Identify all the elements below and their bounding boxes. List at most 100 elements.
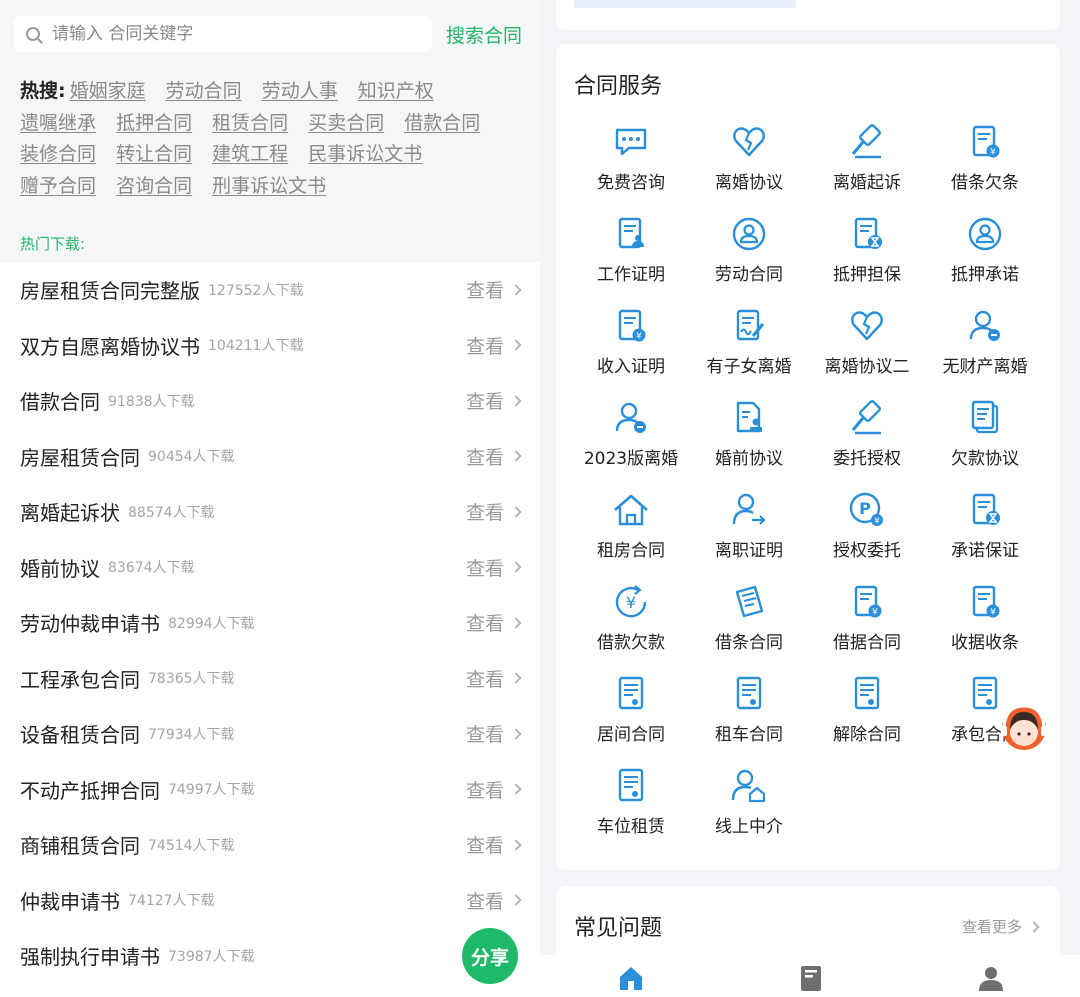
service-item[interactable]: 借条合同 — [690, 576, 808, 668]
customer-service-agent-icon[interactable] — [994, 696, 1054, 756]
person-circle-icon — [732, 217, 766, 251]
download-row[interactable]: 仲裁申请书 74127人下载 查看 — [0, 873, 540, 929]
chevron-right-icon — [510, 894, 522, 906]
service-label: 授权委托 — [833, 541, 901, 561]
download-count: 82994人下载 — [168, 615, 255, 632]
person-house-icon — [731, 769, 766, 803]
download-row[interactable]: 双方自愿离婚协议书 104211人下载 查看 — [0, 318, 540, 374]
hot-search-tag[interactable]: 转让合同 — [116, 143, 192, 165]
download-row[interactable]: 房屋租赁合同完整版 127552人下载 查看 — [0, 262, 540, 318]
hot-search-tag[interactable]: 借款合同 — [404, 112, 480, 134]
chevron-right-icon — [510, 561, 522, 573]
service-item[interactable]: 劳动合同 — [690, 208, 808, 300]
view-link[interactable]: 查看 — [466, 887, 522, 914]
download-row[interactable]: 劳动仲裁申请书 82994人下载 查看 — [0, 595, 540, 651]
certificate-icon — [736, 676, 762, 710]
view-link[interactable]: 查看 — [466, 554, 522, 581]
download-title: 婚前协议 — [20, 556, 100, 581]
share-button[interactable]: 分享 — [462, 928, 518, 984]
view-link[interactable]: 查看 — [466, 443, 522, 470]
service-item[interactable]: P ¥ 授权委托 — [808, 484, 926, 576]
hot-search-tag[interactable]: 婚姻家庭 — [70, 80, 146, 102]
service-item[interactable]: 免费咨询 — [572, 116, 690, 208]
service-item[interactable]: ¥ 借款欠款 — [572, 576, 690, 668]
service-item[interactable]: 欠款协议 — [926, 392, 1044, 484]
faq-more-link[interactable]: 查看更多 — [962, 916, 1040, 937]
view-link[interactable]: 查看 — [466, 665, 522, 692]
service-item[interactable]: ¥ 收据收条 — [926, 576, 1044, 668]
hot-search-tag[interactable]: 民事诉讼文书 — [308, 143, 422, 165]
service-item[interactable]: 离婚协议二 — [808, 300, 926, 392]
hot-search-tag[interactable]: 遗嘱继承 — [20, 112, 96, 134]
service-item[interactable]: 婚前协议 — [690, 392, 808, 484]
service-item[interactable]: ¥ 借据合同 — [808, 576, 926, 668]
view-link[interactable]: 查看 — [466, 831, 522, 858]
service-item[interactable]: 抵押承诺 — [926, 208, 1044, 300]
download-title: 设备租赁合同 — [20, 723, 140, 748]
download-row[interactable]: 借款合同 91838人下载 查看 — [0, 373, 540, 429]
download-row[interactable]: 商铺租赁合同 74514人下载 查看 — [0, 817, 540, 873]
hot-search-tag[interactable]: 抵押合同 — [116, 112, 192, 134]
view-link[interactable]: 查看 — [466, 387, 522, 414]
top-card — [556, 0, 1060, 30]
download-row[interactable]: 不动产抵押合同 74997人下载 查看 — [0, 762, 540, 818]
download-row[interactable]: 房屋租赁合同 90454人下载 查看 — [0, 429, 540, 485]
service-item[interactable]: 承诺保证 — [926, 484, 1044, 576]
service-item[interactable]: 离婚协议 — [690, 116, 808, 208]
view-link[interactable]: 查看 — [466, 498, 522, 525]
download-row[interactable]: 强制执行申请书 73987人下载 — [0, 928, 540, 984]
view-link[interactable]: 查看 — [466, 276, 522, 303]
view-link[interactable]: 查看 — [465, 332, 522, 359]
service-label: 租车合同 — [715, 725, 783, 745]
hot-search-tag[interactable]: 赠予合同 — [20, 175, 96, 197]
yen-document-icon: ¥ — [972, 125, 1000, 158]
service-item[interactable]: ¥ 借条欠条 — [926, 116, 1044, 208]
chevron-right-icon — [510, 395, 522, 407]
service-item[interactable]: ¥ 收入证明 — [572, 300, 690, 392]
service-item[interactable]: 抵押担保 — [808, 208, 926, 300]
download-row[interactable]: 设备租赁合同 77934人下载 查看 — [0, 706, 540, 762]
search-input[interactable] — [52, 24, 392, 44]
hot-search-tag[interactable]: 建筑工程 — [212, 143, 288, 165]
hot-search-tag[interactable]: 租赁合同 — [212, 112, 288, 134]
service-item[interactable]: 租房合同 — [572, 484, 690, 576]
view-link[interactable]: 查看 — [466, 776, 522, 803]
search-button[interactable]: 搜索合同 — [446, 21, 522, 48]
view-label: 查看 — [465, 335, 504, 358]
hot-search-tag[interactable]: 买卖合同 — [308, 112, 384, 134]
service-item[interactable]: 无财产离婚 — [926, 300, 1044, 392]
download-row[interactable]: 离婚起诉状 88574人下载 查看 — [0, 484, 540, 540]
hot-search-label: 热搜: — [20, 80, 66, 102]
download-title: 强制执行申请书 — [20, 945, 160, 970]
service-item[interactable]: 解除合同 — [808, 668, 926, 760]
download-row[interactable]: 婚前协议 83674人下载 查看 — [0, 540, 540, 596]
service-item[interactable]: 离婚起诉 — [808, 116, 926, 208]
service-item[interactable]: 居间合同 — [572, 668, 690, 760]
service-item[interactable]: 工作证明 — [572, 208, 690, 300]
service-item[interactable]: 2023版离婚 — [572, 392, 690, 484]
service-item[interactable]: 租车合同 — [690, 668, 808, 760]
hot-search-tag[interactable]: 劳动合同 — [166, 80, 242, 102]
home-icon[interactable] — [616, 963, 646, 993]
hot-search-tag[interactable]: 装修合同 — [20, 143, 96, 165]
service-item[interactable]: 线上中介 — [690, 760, 808, 852]
download-row[interactable]: 工程承包合同 78365人下载 查看 — [0, 651, 540, 707]
hot-search-tag[interactable]: 劳动人事 — [262, 80, 338, 102]
view-link[interactable]: 查看 — [466, 720, 522, 747]
service-label: 有子女离婚 — [706, 357, 792, 377]
service-item[interactable]: 有子女离婚 — [690, 300, 808, 392]
user-icon[interactable] — [976, 963, 1006, 993]
download-title: 劳动仲裁申请书 — [20, 612, 160, 637]
service-item[interactable]: 离职证明 — [690, 484, 808, 576]
parking-icon: P¥ — [849, 492, 883, 527]
hot-search-tag[interactable]: 刑事诉讼文书 — [212, 175, 326, 197]
book-icon[interactable] — [796, 963, 826, 993]
view-link[interactable]: 查看 — [466, 609, 522, 636]
service-item[interactable]: 车位租赁 — [572, 760, 690, 852]
service-item[interactable]: 委托授权 — [808, 392, 926, 484]
service-label: 委托授权 — [833, 449, 901, 469]
search-box[interactable] — [14, 16, 432, 52]
hot-search-tag[interactable]: 知识产权 — [358, 80, 434, 102]
hot-search-tag[interactable]: 咨询合同 — [116, 175, 192, 197]
app-screen: 搜索合同 热搜:婚姻家庭 劳动合同 劳动人事 知识产权 遗嘱继承 抵押合同 租赁… — [0, 0, 1080, 997]
